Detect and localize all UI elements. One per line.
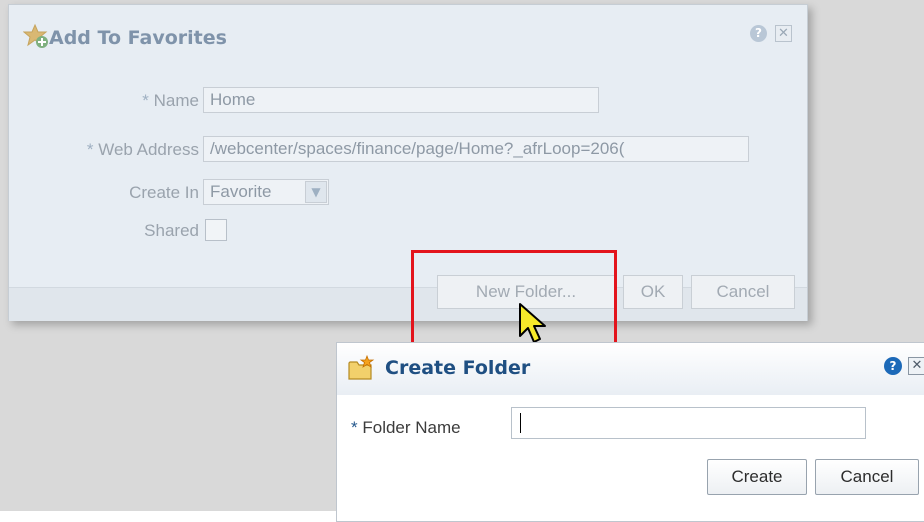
ok-button[interactable]: OK xyxy=(623,275,683,309)
dialog-footer xyxy=(9,287,807,321)
create-button[interactable]: Create xyxy=(707,459,807,495)
text-caret xyxy=(520,412,521,433)
help-icon[interactable]: ? xyxy=(884,357,902,375)
folder-name-label: * Folder Name xyxy=(351,418,461,437)
cancel-button[interactable]: Cancel xyxy=(691,275,795,309)
name-label: * Name xyxy=(142,91,199,110)
create-folder-dialog: Create Folder ? ✕ * Folder Name Create C… xyxy=(336,342,924,522)
web-address-field[interactable]: /webcenter/spaces/finance/page/Home?_afr… xyxy=(203,136,749,162)
create-in-value: Favorite xyxy=(210,182,272,201)
mouse-cursor-icon xyxy=(519,303,546,343)
folder-name-field[interactable] xyxy=(511,407,866,439)
folder-icon xyxy=(348,355,375,380)
web-address-label: * Web Address xyxy=(86,140,199,159)
name-field[interactable]: Home xyxy=(203,87,599,113)
highlight-box xyxy=(411,250,617,351)
shared-label: Shared xyxy=(144,221,199,240)
dialog-title: Add To Favorites xyxy=(49,27,227,49)
help-icon[interactable]: ? xyxy=(750,25,767,42)
favorites-star-icon xyxy=(23,23,48,48)
cancel-button[interactable]: Cancel xyxy=(815,459,919,495)
chevron-down-icon[interactable]: ▼ xyxy=(305,181,327,203)
shared-checkbox[interactable] xyxy=(205,219,227,241)
create-in-label: Create In xyxy=(129,183,199,202)
close-icon[interactable]: ✕ xyxy=(908,357,924,375)
dialog-title: Create Folder xyxy=(385,357,531,379)
close-icon[interactable]: ✕ xyxy=(775,25,792,42)
add-to-favorites-dialog: Add To Favorites ? ✕ * Name Home * Web A… xyxy=(8,4,808,321)
